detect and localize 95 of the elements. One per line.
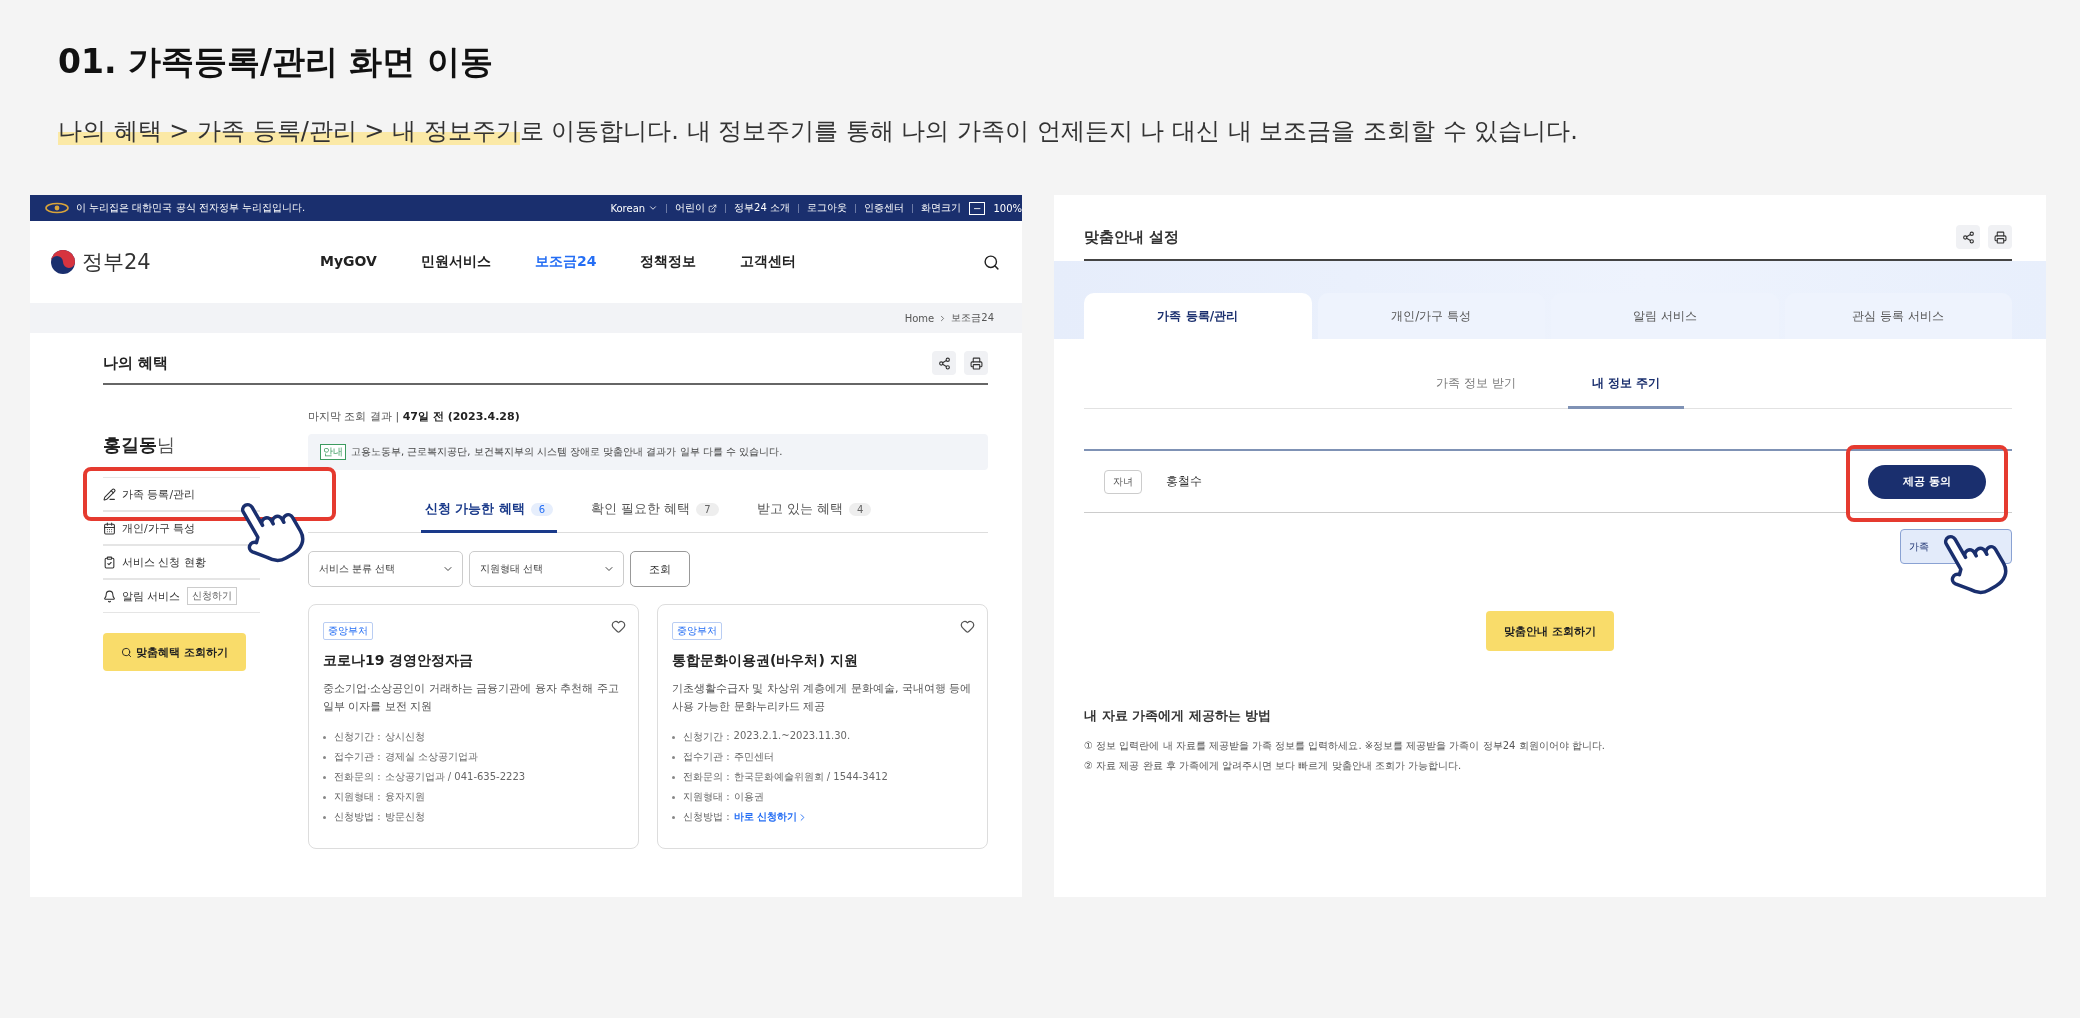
detail-value: 이용권 xyxy=(733,790,764,804)
bell-icon xyxy=(103,589,116,603)
page-title: 나의 혜택 xyxy=(103,353,169,373)
nav-link[interactable]: 보조금24 xyxy=(534,253,597,271)
top-link[interactable]: 로그아웃 xyxy=(807,201,847,215)
print-button[interactable] xyxy=(1988,225,2012,249)
detail-value: 경제실 소상공기업과 xyxy=(384,750,478,764)
detail-value: 융자지원 xyxy=(384,790,425,804)
detail-label: 신청기간 : xyxy=(683,730,730,744)
printer-icon xyxy=(969,356,983,370)
printer-icon xyxy=(1993,230,2007,244)
sub-tab[interactable]: 내 정보 주기 xyxy=(1567,369,1684,409)
heart-icon[interactable] xyxy=(611,619,626,634)
nav-link[interactable]: 민원서비스 xyxy=(420,253,491,271)
search-icon[interactable] xyxy=(983,253,1000,271)
detail-value: 주민센터 xyxy=(733,750,774,764)
page-title: 맞춤안내 설정 xyxy=(1084,227,1180,247)
user-name: 홍길동님 xyxy=(103,433,176,457)
guide-step: ② 자료 제공 완료 후 가족에게 알려주시면 보다 빠르게 맞춤안내 조회가 가능합니다. xyxy=(1084,759,2046,773)
sub-tab[interactable]: 가족 정보 받기 xyxy=(1412,369,1540,409)
logo-icon xyxy=(50,249,76,275)
detail-label: 지원형태 : xyxy=(334,790,381,804)
benefit-card[interactable]: 중앙부처 통합문화이용권(바우처) 지원 기초생활수급자 및 차상위 계층에게 문화예술, 국내여행 등에 사용 가능한 문화누리카드 제공 신청기간 : 2023.2.1.~2023.11.30. 접수기관 : 주민센터 전화문의 : 한국문화예술위원회 / 1544-3412 지원형태 : 이용권 신청방법 : 바로 신청하기 xyxy=(657,604,988,849)
print-button[interactable] xyxy=(964,351,988,375)
intro-text: 나의 혜택 > 가족 등록/관리 > 내 정보주기로 이동합니다. 내 정보주기를 통해 나의 가족이 언제든지 나 대신 내 보조금을 조회할 수 있습니다. xyxy=(58,116,1579,147)
family-name: 홍철수 xyxy=(1166,473,1203,490)
detail-label: 신청기간 : xyxy=(334,730,381,744)
consent-button[interactable]: 제공 동의 xyxy=(1868,464,1986,499)
detail-label: 전화문의 : xyxy=(334,770,381,784)
notice-tag: 안내 xyxy=(320,444,346,460)
count-badge: 6 xyxy=(530,502,554,516)
top-link[interactable]: 정부24 소개 xyxy=(734,201,790,215)
official-site-notice: 이 누리집은 대한민국 공식 전자정부 누리집입니다. xyxy=(76,201,306,215)
top-link[interactable]: 어린이 xyxy=(675,201,718,215)
guide-step: ① 정보 입력란에 내 자료를 제공받을 가족 정보를 입력하세요. ※정보를 제공받을 가족이 정부24 회원이어야 합니다. xyxy=(1084,739,2046,753)
top-link[interactable]: 인증센터 xyxy=(864,201,904,215)
detail-value: 상시신청 xyxy=(384,730,425,744)
detail-label: 접수기관 : xyxy=(334,750,381,764)
benefit-tab[interactable]: 확인 필요한 혜택 7 xyxy=(587,494,723,533)
detail-value: 2023.2.1.~2023.11.30. xyxy=(733,730,851,743)
count-badge: 7 xyxy=(696,502,719,516)
search-icon xyxy=(121,646,132,658)
card-title: 코로나19 경영안정자금 xyxy=(323,652,475,670)
apply-link[interactable]: 바로 신청하기 xyxy=(733,810,809,824)
zoom-label: 화면크기 xyxy=(921,201,961,215)
filter-select[interactable]: 지원형태 선택 xyxy=(469,551,624,587)
detail-label: 전화문의 : xyxy=(683,770,730,784)
calendar-icon xyxy=(103,521,116,535)
settings-tab[interactable]: 가족 등록/관리 xyxy=(1084,293,1312,339)
category-tag: 중앙부처 xyxy=(672,622,722,640)
detail-label: 접수기관 : xyxy=(683,750,730,764)
zoom-value: 100% xyxy=(993,202,1022,214)
heart-icon[interactable] xyxy=(960,619,975,634)
section-heading: 01. 가족등록/관리 화면 이동 xyxy=(58,41,494,83)
detail-label: 신청방법 : xyxy=(683,810,730,824)
detail-value: 방문신청 xyxy=(384,810,425,824)
relation-tag: 자녀 xyxy=(1104,469,1142,494)
zoom-out-button[interactable]: − xyxy=(969,201,986,215)
detail-label: 신청방법 : xyxy=(334,810,381,824)
card-description: 중소기업·소상공인이 거래하는 금융기관에 융자 추천해 주고 일부 이자를 보전 지원 xyxy=(323,681,620,715)
card-title: 통합문화이용권(바우처) 지원 xyxy=(672,652,859,670)
top-link[interactable]: Korean xyxy=(610,202,659,214)
detail-label: 지원형태 : xyxy=(683,790,730,804)
pen-icon xyxy=(103,487,116,501)
share-icon xyxy=(1961,230,1975,244)
chevron-down-icon xyxy=(648,203,659,213)
detail-value: 소상공기업과 / 041-635-2223 xyxy=(384,770,526,784)
nav-link[interactable]: MyGOV xyxy=(320,253,377,271)
logo-text: 정부24 xyxy=(82,249,151,276)
category-tag: 중앙부처 xyxy=(323,622,373,640)
guide-title: 내 자료 가족에게 제공하는 방법 xyxy=(1084,707,1273,725)
nav-link[interactable]: 정책정보 xyxy=(640,253,697,271)
guide-search-button[interactable]: 맞춤안내 조회하기 xyxy=(1486,611,1614,651)
apply-tag[interactable]: 신청하기 xyxy=(186,587,237,605)
last-check-text: 마지막 조회 결과 | 47일 전 (2023.4.28) xyxy=(308,409,521,424)
external-link-icon xyxy=(708,203,718,213)
benefit-tab[interactable]: 신청 가능한 혜택 6 xyxy=(420,494,558,533)
detail-value: 한국문화예술위원회 / 1544-3412 xyxy=(733,770,888,784)
share-button[interactable] xyxy=(1956,225,1980,249)
nav-link[interactable]: 고객센터 xyxy=(740,253,797,271)
emblem-icon xyxy=(44,202,70,214)
benefit-tab[interactable]: 받고 있는 혜택 4 xyxy=(752,494,876,533)
card-description: 기초생활수급자 및 차상위 계층에게 문화예술, 국내여행 등에 사용 가능한 문화누리카드 제공 xyxy=(672,681,973,715)
share-icon xyxy=(937,356,951,370)
query-button[interactable]: 조회 xyxy=(630,551,690,587)
count-badge: 4 xyxy=(849,502,872,516)
side-menu-item[interactable]: 알림 서비스 신청하기 xyxy=(103,579,260,613)
breadcrumb-item[interactable]: Home xyxy=(904,312,935,324)
notice-text: 고용노동부, 근로복지공단, 보건복지부의 시스템 장애로 맞춤안내 결과가 일부 다를 수 있습니다. xyxy=(351,445,783,459)
benefit-card[interactable]: 중앙부처 코로나19 경영안정자금 중소기업·소상공인이 거래하는 금융기관에 융자 추천해 주고 일부 이자를 보전 지원 신청기간 : 상시신청 접수기관 : 경제실 소상공기업과 전화문의 : 소상공기업과 / 041-635-2223 지원형태 : 융자지원 신청방법 : 방문신청 xyxy=(308,604,639,849)
clipboard-icon xyxy=(103,555,116,569)
filter-select[interactable]: 서비스 분류 선택 xyxy=(308,551,463,587)
benefit-search-button[interactable]: 맞춤혜택 조회하기 xyxy=(103,633,246,671)
share-button[interactable] xyxy=(932,351,956,375)
breadcrumb-item[interactable]: 보조금24 xyxy=(951,311,994,325)
